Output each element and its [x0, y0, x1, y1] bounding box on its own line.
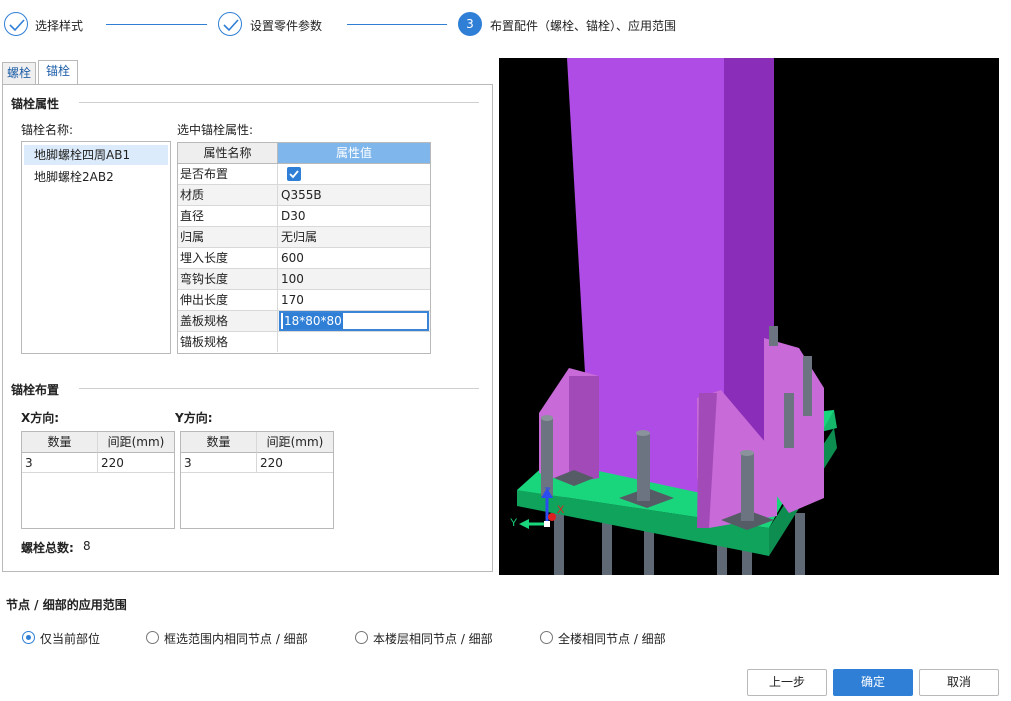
anchor-name-label: 锚栓名称:	[21, 123, 74, 137]
x-direction-label: X方向:	[21, 411, 60, 425]
y-col-count-header: 数量	[181, 432, 257, 453]
anchor-props-divider	[79, 102, 479, 103]
cover-plate-value: 18*80*80	[283, 313, 343, 329]
scope-title: 节点 / 细部的应用范围	[6, 598, 127, 612]
ok-button[interactable]: 确定	[833, 669, 913, 696]
anchor-name-list[interactable]: 地脚螺栓四周AB1 地脚螺栓2AB2	[21, 141, 171, 354]
scope-option-label[interactable]: 全楼相同节点 / 细部	[558, 630, 666, 647]
prop-row-diameter[interactable]: 直径 D30	[178, 206, 430, 227]
bolt-shaft	[644, 528, 654, 575]
prop-name: 锚板规格	[180, 332, 278, 352]
list-item[interactable]: 地脚螺栓四周AB1	[24, 145, 168, 165]
selected-props-label: 选中锚栓属性:	[177, 123, 254, 137]
bolt-shaft	[784, 393, 794, 448]
x-direction-table[interactable]: 数量 间距(mm) 3 220	[21, 431, 175, 529]
y-axis-label: Y	[510, 517, 518, 529]
step-3-number: 3	[458, 12, 482, 36]
scope-option-label[interactable]: 框选范围内相同节点 / 细部	[164, 630, 308, 647]
y-col-spacing-header: 间距(mm)	[257, 432, 333, 453]
prop-value[interactable]: Q355B	[281, 185, 322, 205]
prop-value[interactable]: 无归属	[281, 227, 317, 247]
step-3-label: 布置配件（螺栓、锚栓）、应用范围	[490, 19, 677, 33]
cover-plate-input[interactable]: 18*80*80	[279, 311, 429, 331]
grid-header-name: 属性名称	[178, 143, 278, 164]
bolt-total-label: 螺栓总数:	[21, 541, 74, 555]
x-col-spacing-header: 间距(mm)	[98, 432, 174, 453]
bolt-head	[541, 415, 553, 421]
bolt-shaft	[637, 433, 650, 501]
x-col-count-header: 数量	[22, 432, 98, 453]
prop-name: 材质	[180, 185, 278, 205]
prop-row-arrange[interactable]: 是否布置	[178, 164, 430, 185]
prop-row-owner[interactable]: 归属 无归属	[178, 227, 430, 248]
bolt-shaft	[795, 513, 805, 575]
prop-row-hook-length[interactable]: 弯钩长度 100	[178, 269, 430, 290]
grid-header-value: 属性值	[278, 143, 430, 164]
scope-option-label[interactable]: 仅当前部位	[40, 630, 100, 647]
scope-radio-box-select[interactable]	[146, 631, 159, 644]
bolt-shaft	[803, 356, 812, 416]
y-count-cell[interactable]: 3	[181, 453, 257, 473]
prop-row-anchor-plate[interactable]: 锚板规格	[178, 332, 430, 353]
prop-name: 是否布置	[180, 164, 278, 184]
tab-anchor-bolt[interactable]: 锚栓	[38, 60, 78, 84]
prop-row-cover-plate[interactable]: 盖板规格 18*80*80	[178, 311, 430, 332]
prop-name: 弯钩长度	[180, 269, 278, 289]
scope-radio-building[interactable]	[540, 631, 553, 644]
step-2-label: 设置零件参数	[250, 19, 323, 33]
x-spacing-cell[interactable]: 220	[98, 453, 174, 473]
x-axis-label: X	[557, 504, 565, 516]
step-1-done-icon	[4, 12, 28, 36]
list-item[interactable]: 地脚螺栓2AB2	[24, 167, 114, 187]
layout-section-title: 锚栓布置	[11, 383, 60, 397]
scope-option-label[interactable]: 本楼层相同节点 / 细部	[373, 630, 493, 647]
anchor-props-title: 锚栓属性	[11, 97, 60, 111]
prop-row-embed-length[interactable]: 埋入长度 600	[178, 248, 430, 269]
bolt-head	[740, 450, 754, 456]
prev-button[interactable]: 上一步	[747, 669, 827, 696]
bolt-total-value: 8	[83, 539, 91, 553]
scope-radio-floor[interactable]	[355, 631, 368, 644]
stiffener-plate	[569, 376, 599, 483]
layout-section-divider	[79, 388, 479, 389]
bolt-head	[636, 430, 650, 436]
tab-bolt[interactable]: 螺栓	[2, 62, 36, 84]
prop-name: 伸出长度	[180, 290, 278, 310]
scope-radio-current[interactable]	[22, 631, 35, 644]
3d-model-view[interactable]: Z Y X	[499, 58, 999, 575]
step-connector-2	[347, 24, 447, 25]
cancel-button[interactable]: 取消	[919, 669, 999, 696]
3d-model-drawing: Z Y X	[510, 58, 837, 575]
prop-value[interactable]: D30	[281, 206, 306, 226]
y-axis-arrow	[519, 519, 529, 529]
bolt-shaft	[769, 326, 778, 346]
y-direction-table[interactable]: 数量 间距(mm) 3 220	[180, 431, 334, 529]
prop-name: 埋入长度	[180, 248, 278, 268]
prop-value[interactable]: 100	[281, 269, 304, 289]
prop-value[interactable]: 600	[281, 248, 304, 268]
y-spacing-cell[interactable]: 220	[257, 453, 333, 473]
step-1-label: 选择样式	[35, 19, 84, 33]
prop-value[interactable]: 170	[281, 290, 304, 310]
bolt-shaft	[741, 453, 754, 521]
prop-row-extend-length[interactable]: 伸出长度 170	[178, 290, 430, 311]
x-axis-marker	[548, 513, 556, 521]
step-connector-1	[106, 24, 207, 25]
axis-origin	[544, 521, 550, 527]
bolt-shaft	[602, 523, 612, 575]
prop-name: 归属	[180, 227, 278, 247]
anchor-bolt-panel: 锚栓属性 锚栓名称: 选中锚栓属性: 地脚螺栓四周AB1 地脚螺栓2AB2 属性…	[2, 84, 493, 572]
property-grid: 属性名称 属性值 是否布置 材质 Q355B 直径 D30 归属 无归属 埋入长…	[177, 142, 431, 354]
bolt-shaft	[541, 418, 553, 496]
x-count-cell[interactable]: 3	[22, 453, 98, 473]
z-axis-label: Z	[544, 486, 551, 498]
prop-row-material[interactable]: 材质 Q355B	[178, 185, 430, 206]
prop-name: 盖板规格	[180, 311, 278, 331]
arrange-checkbox[interactable]	[287, 167, 301, 181]
y-direction-label: Y方向:	[175, 411, 213, 425]
prop-name: 直径	[180, 206, 278, 226]
step-2-done-icon	[218, 12, 242, 36]
